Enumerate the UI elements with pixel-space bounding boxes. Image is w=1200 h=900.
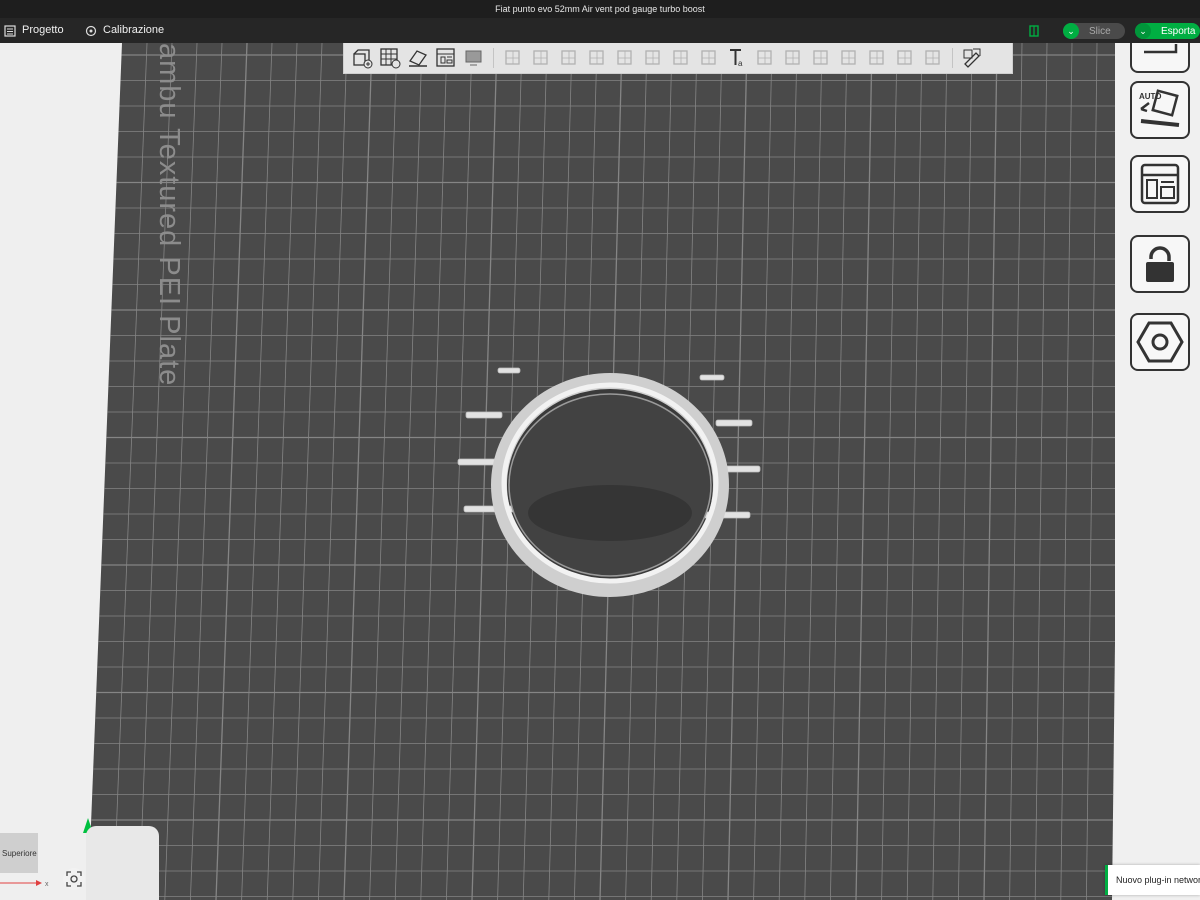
- variable-layer-icon: [757, 50, 772, 65]
- move-button[interactable]: [499, 45, 527, 71]
- layout-button[interactable]: [432, 45, 460, 71]
- 3d-viewport[interactable]: ambu Textured PEI Plate a AUTO Superiore…: [0, 43, 1200, 900]
- lay-on-face-icon: [589, 50, 604, 65]
- notification-text: Nuovo plug-in network: [1116, 875, 1200, 885]
- export-dropdown-icon[interactable]: ⌄: [1135, 23, 1151, 39]
- display-icon: [465, 50, 482, 66]
- seam-paint-button[interactable]: [695, 45, 723, 71]
- focus-view-icon: [66, 871, 82, 887]
- rotate-button[interactable]: [527, 45, 555, 71]
- plate-settings-button[interactable]: [1130, 313, 1190, 371]
- brim-ears-icon: [897, 50, 912, 65]
- object-settings-button[interactable]: [958, 45, 986, 71]
- view-cube-label: Superiore: [2, 848, 37, 858]
- arrange-grid-icon: [380, 48, 401, 69]
- emboss-icon: [869, 50, 884, 65]
- right-plate-panel: AUTO: [1115, 43, 1200, 900]
- export-button[interactable]: ⌄ Esporta: [1135, 23, 1200, 39]
- cut-button[interactable]: [611, 45, 639, 71]
- window-title: Fiat punto evo 52mm Air vent pod gauge t…: [495, 4, 705, 14]
- auto-orient-plate-icon: AUTO: [1139, 89, 1180, 127]
- device-icon: [1029, 24, 1039, 37]
- support-paint-icon: [673, 50, 688, 65]
- calibration-menu[interactable]: Calibrazione: [85, 18, 164, 43]
- object-settings-icon: [963, 48, 981, 68]
- plate-settings-icon: [1136, 321, 1184, 363]
- arrange-plate-icon: [1140, 163, 1180, 205]
- calibration-icon: [85, 25, 97, 36]
- slice-button[interactable]: ⌄ Slice: [1063, 23, 1125, 39]
- notification-toast[interactable]: Nuovo plug-in network: [1105, 865, 1200, 895]
- x-axis-indicator: x: [0, 880, 49, 888]
- split-icon: [925, 50, 940, 65]
- slice-button-label: Slice: [1089, 25, 1111, 37]
- support-paint-button[interactable]: [667, 45, 695, 71]
- assembly-icon: [841, 50, 856, 65]
- arrange-plate-button[interactable]: [1130, 155, 1190, 213]
- plate-icon: [1144, 44, 1178, 54]
- toolbar-separator: [493, 48, 494, 68]
- scale-icon: [561, 50, 576, 65]
- color-paint-button[interactable]: [779, 45, 807, 71]
- plate-name-label: ambu Textured PEI Plate: [153, 43, 185, 386]
- calibration-menu-label: Calibrazione: [103, 24, 165, 36]
- assembly-button[interactable]: [835, 45, 863, 71]
- menu-bar: Progetto Calibrazione ⌄ Slice ⌄ Esporta: [0, 18, 1200, 43]
- move-icon: [505, 50, 520, 65]
- plate-button[interactable]: [1130, 43, 1190, 73]
- measure-button[interactable]: [807, 45, 835, 71]
- export-button-label: Esporta: [1161, 25, 1196, 37]
- add-cube-icon: [353, 49, 373, 69]
- toolbar-separator: [952, 48, 953, 68]
- slice-dropdown-icon[interactable]: ⌄: [1063, 23, 1079, 39]
- auto-orient-button[interactable]: [404, 45, 432, 71]
- view-cube[interactable]: Superiore: [0, 833, 38, 873]
- arrange-grid-button[interactable]: [376, 45, 404, 71]
- auto-orient-plate-button[interactable]: AUTO: [1130, 81, 1190, 139]
- scale-button[interactable]: [555, 45, 583, 71]
- x-axis-label: x: [45, 881, 49, 888]
- text-icon: a: [730, 49, 743, 68]
- rotate-icon: [533, 50, 548, 65]
- brim-ears-button[interactable]: [891, 45, 919, 71]
- color-paint-icon: [785, 50, 800, 65]
- variable-layer-button[interactable]: [751, 45, 779, 71]
- layout-icon: [436, 48, 455, 67]
- lock-plate-button[interactable]: [1130, 235, 1190, 293]
- project-icon: [4, 24, 16, 37]
- window-title-bar: Fiat punto evo 52mm Air vent pod gauge t…: [0, 0, 1200, 18]
- project-menu-label: Progetto: [22, 24, 64, 36]
- mesh-boolean-button[interactable]: [639, 45, 667, 71]
- measure-icon: [813, 50, 828, 65]
- text-button[interactable]: a: [723, 45, 751, 71]
- project-menu[interactable]: Progetto: [4, 18, 64, 43]
- navigation-panel[interactable]: [86, 826, 159, 900]
- lay-on-face-button[interactable]: [583, 45, 611, 71]
- device-tab[interactable]: [1029, 18, 1039, 43]
- build-plate-scene[interactable]: ambu Textured PEI Plate: [0, 43, 1200, 900]
- add-cube-button[interactable]: [348, 45, 376, 71]
- reset-view-button[interactable]: [63, 868, 85, 890]
- split-button[interactable]: [919, 45, 947, 71]
- display-button[interactable]: [460, 45, 488, 71]
- cut-icon: [617, 50, 632, 65]
- seam-paint-icon: [701, 50, 716, 65]
- lock-plate-icon: [1146, 246, 1174, 282]
- top-toolbar: a: [343, 43, 1013, 74]
- auto-orient-icon: [409, 50, 427, 67]
- emboss-button[interactable]: [863, 45, 891, 71]
- mesh-boolean-icon: [645, 50, 660, 65]
- svg-text:a: a: [738, 59, 743, 68]
